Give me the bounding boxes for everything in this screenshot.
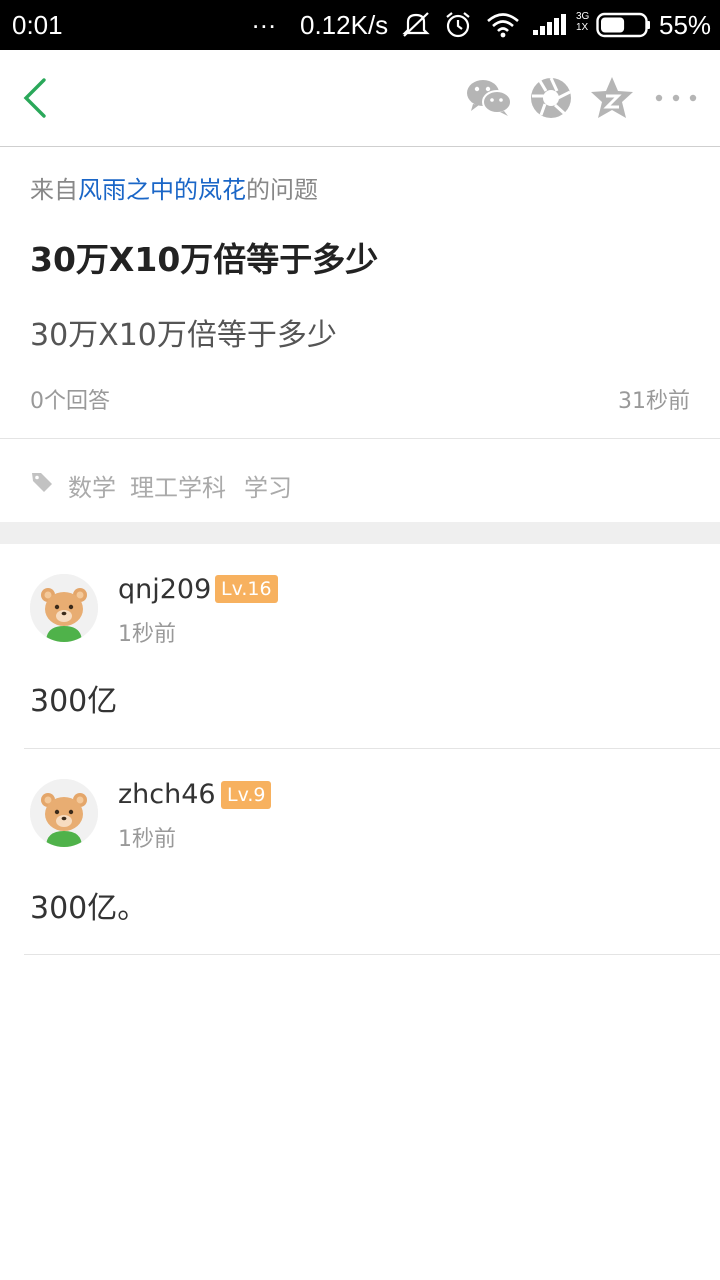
source-prefix: 来自 xyxy=(30,176,78,204)
answer-username[interactable]: qnj209 xyxy=(118,574,211,605)
network-type-label: 3G 1X xyxy=(576,11,590,33)
divider xyxy=(24,954,720,955)
qzone-star-icon[interactable] xyxy=(588,74,638,122)
question-source: 来自风雨之中的岚花的问题 xyxy=(30,170,318,205)
source-suffix: 的问题 xyxy=(246,176,318,204)
status-time: 0:01 xyxy=(12,10,63,40)
mute-icon xyxy=(400,10,432,45)
level-badge: Lv.9 xyxy=(221,781,272,809)
signal-bars-icon xyxy=(532,10,572,45)
wechat-icon[interactable] xyxy=(464,74,514,122)
answer-text: 300亿。 xyxy=(30,891,148,926)
answer-item: zhch46 Lv.9 1秒前 300亿。 xyxy=(0,749,720,956)
status-overflow-dots: ... xyxy=(252,4,277,34)
level-badge: Lv.16 xyxy=(215,575,278,603)
answer-item: qnj209 Lv.16 1秒前 300亿 xyxy=(0,544,720,749)
question-body: 30万X10万倍等于多少 xyxy=(30,318,337,353)
battery-percent: 55% xyxy=(659,10,712,40)
divider xyxy=(0,438,720,439)
tag-item[interactable]: 理工学科 xyxy=(130,468,226,503)
tag-item[interactable]: 数学 xyxy=(68,468,116,503)
question-time: 31秒前 xyxy=(618,389,690,414)
moments-icon[interactable] xyxy=(527,74,577,122)
question-title: 30万X10万倍等于多少 xyxy=(30,240,379,279)
avatar[interactable] xyxy=(30,574,98,642)
source-user-link[interactable]: 风雨之中的岚花 xyxy=(78,176,246,204)
network-speed: 0.12K/s xyxy=(300,10,389,40)
alarm-icon xyxy=(443,10,473,45)
avatar[interactable] xyxy=(30,779,98,847)
back-chevron-icon[interactable] xyxy=(18,76,58,122)
more-icon[interactable] xyxy=(652,74,702,122)
answer-username[interactable]: zhch46 xyxy=(118,779,216,810)
top-app-bar xyxy=(0,50,720,147)
answer-text: 300亿 xyxy=(30,684,118,719)
tag-icon xyxy=(30,470,54,494)
answer-time: 1秒前 xyxy=(118,622,176,647)
answer-count: 0个回答 xyxy=(30,389,110,414)
tag-item[interactable]: 学习 xyxy=(244,468,292,503)
wifi-icon xyxy=(485,10,521,45)
battery-icon xyxy=(596,12,652,43)
section-separator xyxy=(0,522,720,544)
answer-time: 1秒前 xyxy=(118,827,176,852)
status-bar: 0:01 ... 0.12K/s 3G 1X 55% xyxy=(0,0,720,50)
